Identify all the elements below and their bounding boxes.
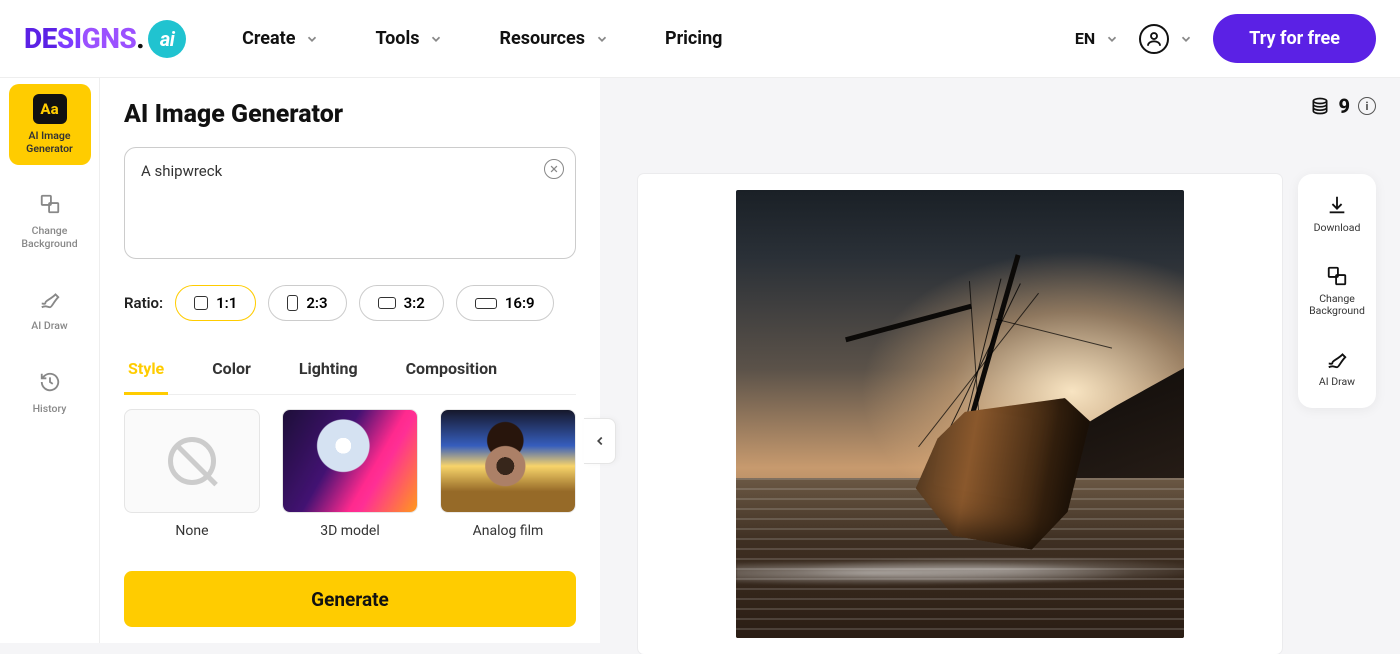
app-body: Aa AI Image Generator Change Background … xyxy=(0,78,1400,643)
layers-icon xyxy=(1326,265,1348,287)
page-title: AI Image Generator xyxy=(124,100,576,129)
close-icon xyxy=(549,164,559,174)
sidebar-item-ai-draw[interactable]: AI Draw xyxy=(9,274,91,343)
sidebar-item-label: AI Draw xyxy=(31,320,67,333)
chevron-down-icon xyxy=(429,32,443,46)
nav-label: Pricing xyxy=(665,28,722,49)
ratio-swatch-icon xyxy=(287,295,298,311)
ratio-value: 1:1 xyxy=(216,294,237,312)
tool-label: Change Background xyxy=(1302,293,1372,318)
nav-pricing[interactable]: Pricing xyxy=(665,28,722,49)
ratio-row: Ratio: 1:1 2:3 3:2 16:9 xyxy=(124,285,576,321)
ratio-value: 2:3 xyxy=(306,294,327,312)
sidebar-item-label: Change Background xyxy=(11,225,89,250)
language-selector[interactable]: EN xyxy=(1075,29,1119,48)
style-name: Analog film xyxy=(473,523,544,539)
ratio-16-9[interactable]: 16:9 xyxy=(456,285,554,321)
chevron-down-icon xyxy=(305,32,319,46)
tool-download[interactable]: Download xyxy=(1314,194,1361,235)
tab-lighting[interactable]: Lighting xyxy=(295,349,362,395)
tab-composition[interactable]: Composition xyxy=(402,349,502,395)
style-none[interactable]: None xyxy=(124,409,260,539)
language-label: EN xyxy=(1075,29,1095,48)
nav-label: Resources xyxy=(499,28,585,49)
none-icon xyxy=(168,437,216,485)
styles-row: None 3D model Analog film xyxy=(124,409,576,539)
sidebar: Aa AI Image Generator Change Background … xyxy=(0,78,100,643)
ratio-swatch-icon xyxy=(378,297,396,309)
nav-resources[interactable]: Resources xyxy=(499,28,609,49)
brush-icon xyxy=(35,284,65,314)
header-right: EN Try for free xyxy=(1075,14,1376,63)
chevron-down-icon xyxy=(1105,32,1119,46)
coins-icon xyxy=(1310,96,1330,116)
style-name: None xyxy=(175,523,208,539)
generated-image[interactable] xyxy=(736,190,1184,638)
control-panel: AI Image Generator Ratio: 1:1 2:3 3:2 xyxy=(100,78,600,643)
sidebar-item-ai-image-generator[interactable]: Aa AI Image Generator xyxy=(9,84,91,165)
style-thumb xyxy=(282,409,418,513)
logo-badge: ai xyxy=(148,20,186,58)
chevron-down-icon xyxy=(1179,32,1193,46)
logo[interactable]: DESIGNS. ai xyxy=(24,20,186,58)
ratio-swatch-icon xyxy=(194,296,208,310)
chevron-down-icon xyxy=(595,32,609,46)
ratio-swatch-icon xyxy=(475,298,497,309)
sidebar-item-history[interactable]: History xyxy=(9,357,91,426)
nav-tools[interactable]: Tools xyxy=(375,28,443,49)
info-icon[interactable]: i xyxy=(1358,97,1376,115)
layers-icon xyxy=(35,189,65,219)
canvas-area: 9 i Download xyxy=(600,78,1400,643)
credits-count: 9 xyxy=(1338,94,1350,118)
tool-label: Download xyxy=(1314,222,1361,235)
sidebar-item-change-background[interactable]: Change Background xyxy=(9,179,91,260)
tab-color[interactable]: Color xyxy=(208,349,255,395)
try-free-button[interactable]: Try for free xyxy=(1213,14,1376,63)
tool-ai-draw[interactable]: AI Draw xyxy=(1319,348,1355,389)
tab-style[interactable]: Style xyxy=(124,349,168,395)
ratio-2-3[interactable]: 2:3 xyxy=(268,285,346,321)
ratio-label: Ratio: xyxy=(124,294,163,312)
main-nav: Create Tools Resources Pricing xyxy=(242,28,722,49)
tool-label: AI Draw xyxy=(1319,376,1355,389)
app-header: DESIGNS. ai Create Tools Resources Prici… xyxy=(0,0,1400,78)
style-analog-film[interactable]: Analog film xyxy=(440,409,576,539)
credits-indicator[interactable]: 9 i xyxy=(1310,94,1376,118)
ratio-value: 16:9 xyxy=(505,294,535,312)
sidebar-item-label: AI Image Generator xyxy=(11,130,89,155)
generate-bar: Generate xyxy=(124,557,576,643)
style-thumb xyxy=(124,409,260,513)
nav-label: Tools xyxy=(375,28,419,49)
tool-change-background[interactable]: Change Background xyxy=(1302,265,1372,318)
ratio-1-1[interactable]: 1:1 xyxy=(175,285,256,321)
account-menu[interactable] xyxy=(1139,24,1193,54)
prompt-wrap xyxy=(124,147,576,263)
right-toolbar: Download Change Background AI Draw xyxy=(1298,174,1376,408)
ratio-value: 3:2 xyxy=(404,294,425,312)
clear-prompt-button[interactable] xyxy=(544,159,564,179)
ratio-3-2[interactable]: 3:2 xyxy=(359,285,444,321)
history-icon xyxy=(35,367,65,397)
text-icon: Aa xyxy=(33,94,67,124)
download-icon xyxy=(1326,194,1348,216)
brush-icon xyxy=(1326,348,1348,370)
generate-button[interactable]: Generate xyxy=(124,571,576,627)
sidebar-item-label: History xyxy=(33,403,67,416)
nav-create[interactable]: Create xyxy=(242,28,319,49)
option-tabs: Style Color Lighting Composition xyxy=(124,349,576,395)
output-frame xyxy=(638,174,1282,654)
style-thumb xyxy=(440,409,576,513)
style-3d-model[interactable]: 3D model xyxy=(282,409,418,539)
nav-label: Create xyxy=(242,28,295,49)
prompt-input[interactable] xyxy=(124,147,576,259)
style-name: 3D model xyxy=(320,523,380,539)
avatar-icon xyxy=(1139,24,1169,54)
